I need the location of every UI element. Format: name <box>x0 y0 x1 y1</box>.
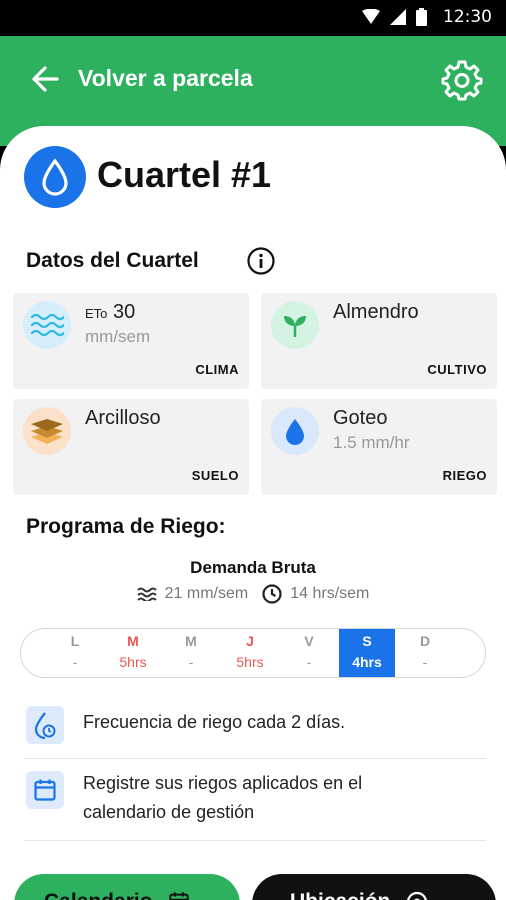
day-hours: - <box>188 654 194 670</box>
card-suelo-icon-badge <box>23 407 71 455</box>
day-lunes[interactable]: L- <box>47 629 103 677</box>
water-drop-icon <box>42 158 68 196</box>
card-clima-tag: CLIMA <box>195 362 239 377</box>
card-cultivo[interactable]: Almendro CULTIVO <box>261 293 497 389</box>
wifi-icon <box>362 9 380 24</box>
gear-icon <box>441 60 483 101</box>
card-suelo[interactable]: Arcilloso SUELO <box>13 399 249 495</box>
eto-prefix: ETo <box>85 306 108 321</box>
demand-title: Demanda Bruta <box>190 558 316 577</box>
clock-icon <box>262 584 282 604</box>
calendar-reminder-line1: Registre sus riegos aplicados en el <box>83 773 363 793</box>
day-letter: L <box>70 633 80 649</box>
card-clima-value: ETo 30 <box>85 301 135 324</box>
card-riego-tag: RIEGO <box>442 468 487 483</box>
drop-timer-icon <box>34 712 56 739</box>
calendar-icon <box>169 892 190 900</box>
calendar-icon <box>34 779 56 801</box>
day-letter: D <box>419 633 431 649</box>
divider <box>24 758 486 759</box>
day-viernes[interactable]: V- <box>281 629 337 677</box>
battery-icon <box>416 8 427 26</box>
demand-hrs-group: 14 hrs/sem <box>262 584 369 604</box>
calendar-reminder-line2: calendario de gestión <box>83 802 255 822</box>
day-hours: 5hrs <box>236 654 264 670</box>
card-suelo-value: Arcilloso <box>85 407 161 429</box>
day-hours: - <box>306 654 312 670</box>
info-button[interactable] <box>246 246 276 276</box>
demand-mm: 21 mm/sem <box>164 585 249 602</box>
info-icon <box>247 247 275 275</box>
day-hours: 4hrs <box>352 654 382 670</box>
day-letter: V <box>304 633 314 649</box>
location-icon <box>407 892 427 900</box>
day-sabado[interactable]: S 4hrs <box>339 629 395 677</box>
day-jueves[interactable]: J 5hrs <box>222 629 278 677</box>
card-cultivo-icon-badge <box>271 301 319 349</box>
status-bar: 12:30 <box>0 0 506 36</box>
card-riego-rate: 1.5 mm/hr <box>333 433 410 452</box>
demand-mm-group: 21 mm/sem <box>136 585 249 603</box>
layers-icon <box>31 419 63 444</box>
sprout-icon <box>284 316 306 337</box>
card-cultivo-value: Almendro <box>333 301 419 323</box>
card-clima[interactable]: ETo 30 mm/sem CLIMA <box>13 293 249 389</box>
programa-section-title: Programa de Riego: <box>26 515 226 538</box>
signal-icon <box>390 9 406 25</box>
eto-value: 30 <box>112 301 136 323</box>
waves-icon <box>30 313 64 337</box>
card-suelo-tag: SUELO <box>191 468 239 483</box>
day-letter: J <box>246 633 254 649</box>
content-sheet: Cuartel #1 Datos del Cuartel ETo 30 mm/s… <box>0 126 506 900</box>
status-icons: 12:30 <box>362 7 492 27</box>
card-riego[interactable]: Goteo 1.5 mm/hr RIEGO <box>261 399 497 495</box>
day-martes[interactable]: M 5hrs <box>105 629 161 677</box>
drop-icon <box>286 419 304 445</box>
app-bar-title: Volver a parcela <box>78 65 253 91</box>
day-miercoles[interactable]: M- <box>163 629 219 677</box>
card-riego-icon-badge <box>271 407 319 455</box>
frequency-text: Frecuencia de riego cada 2 días. <box>83 712 346 732</box>
datos-section-title: Datos del Cuartel <box>26 249 199 272</box>
status-time: 12:30 <box>443 7 492 27</box>
frequency-row: Frecuencia de riego cada 2 días. <box>24 704 486 760</box>
calendar-button-label: Calendario <box>44 890 153 900</box>
demand-summary: 21 mm/sem 14 hrs/sem <box>0 584 506 604</box>
page-title: Cuartel #1 <box>97 154 272 195</box>
back-button[interactable] <box>28 62 62 96</box>
calendar-reminder-text: Registre sus riegos aplicados en el calen… <box>83 769 362 827</box>
day-letter: M <box>127 633 139 649</box>
day-hours: 5hrs <box>119 654 147 670</box>
settings-button[interactable] <box>440 58 484 102</box>
card-clima-icon-badge <box>23 301 71 349</box>
water-drop-badge <box>24 146 86 208</box>
location-button-label: Ubicación <box>290 890 390 900</box>
calendar-icon-box <box>26 771 64 809</box>
day-letter: S <box>362 633 372 649</box>
divider <box>24 840 486 841</box>
calendar-button[interactable]: Calendario <box>14 874 240 900</box>
demand-hrs: 14 hrs/sem <box>290 585 370 602</box>
arrow-left-icon <box>32 66 59 92</box>
card-clima-unit: mm/sem <box>85 327 151 346</box>
location-button[interactable]: Ubicación <box>252 874 496 900</box>
day-domingo[interactable]: D- <box>397 629 453 677</box>
card-riego-value: Goteo <box>333 407 388 429</box>
waves-icon <box>136 587 157 601</box>
day-letter: M <box>185 633 197 649</box>
weekly-schedule: L- M 5hrs M- J 5hrs V- S 4hrs D- <box>20 628 486 678</box>
calendar-reminder-row: Registre sus riegos aplicados en el calen… <box>24 766 486 842</box>
day-hours: - <box>422 654 428 670</box>
day-hours: - <box>72 654 78 670</box>
card-cultivo-tag: CULTIVO <box>427 362 487 377</box>
frequency-icon-box <box>26 706 64 744</box>
